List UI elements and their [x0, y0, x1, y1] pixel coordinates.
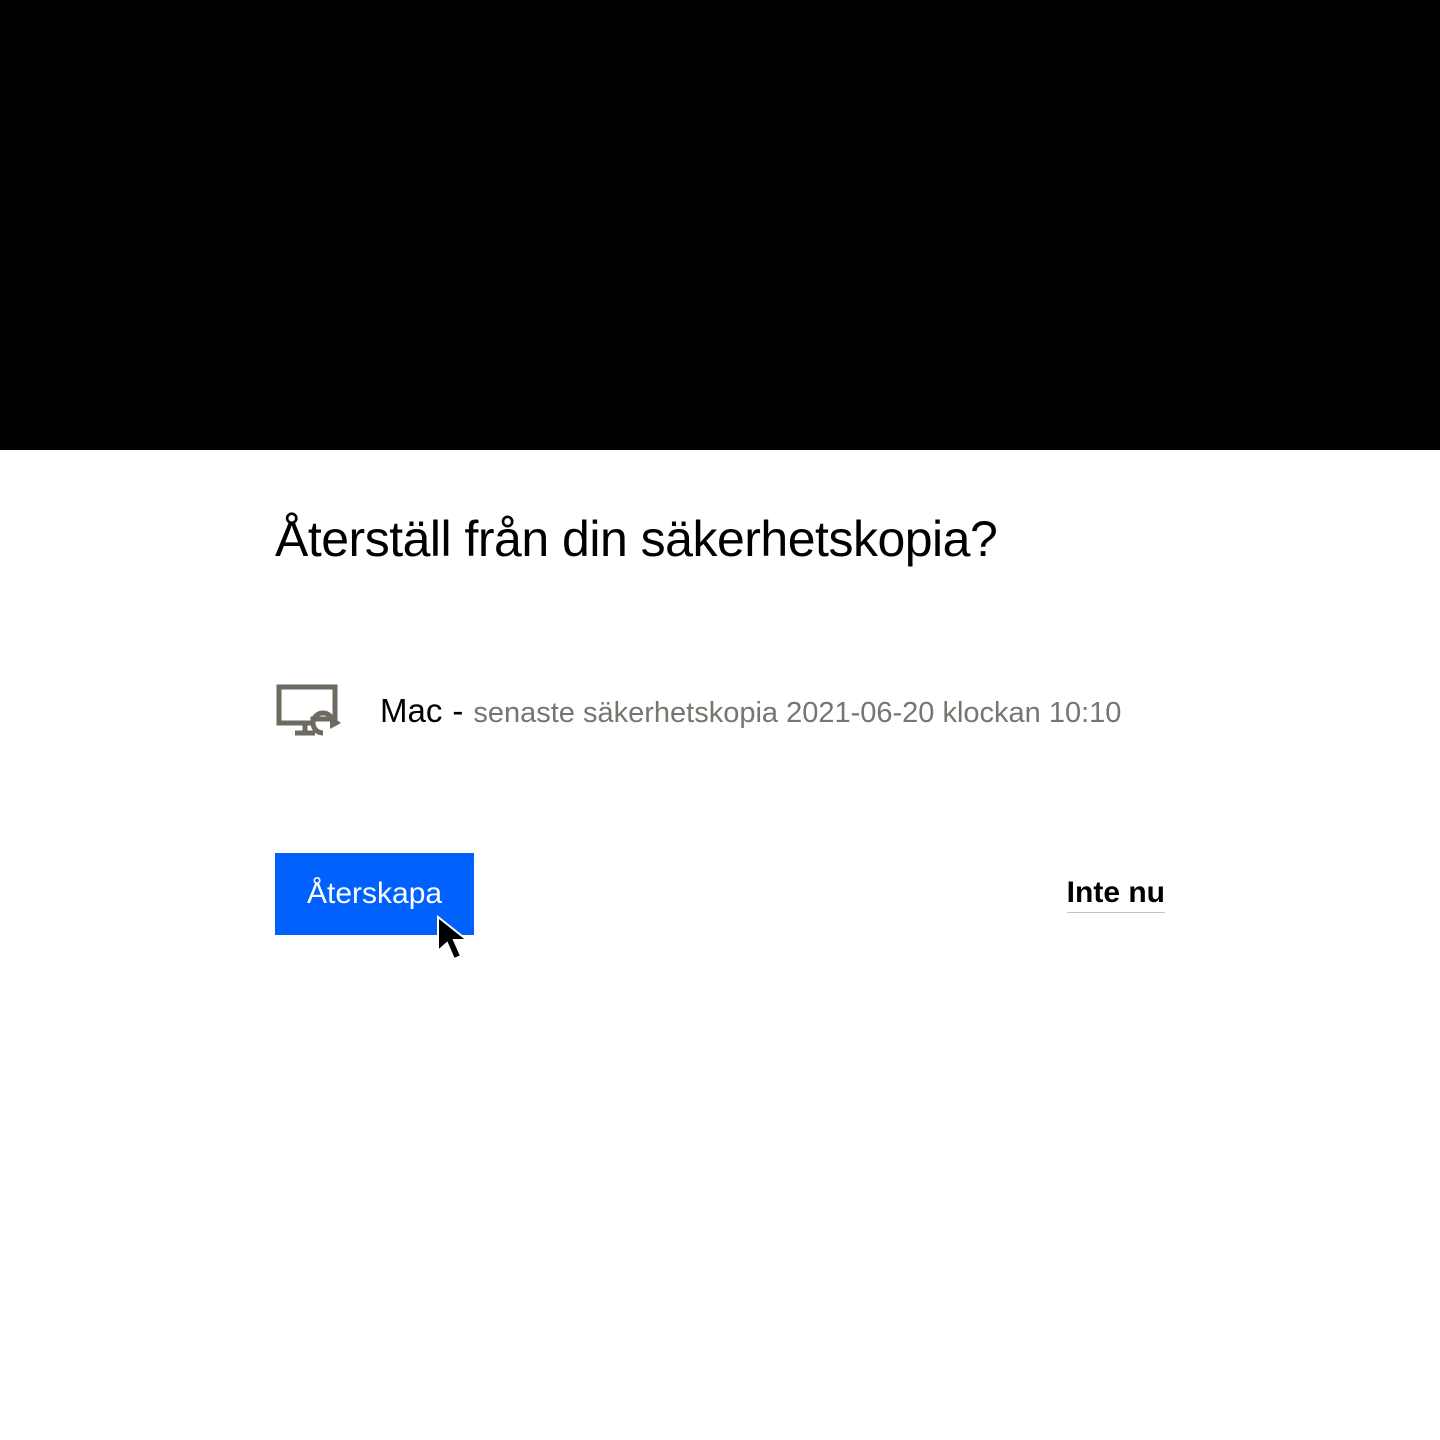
dialog-button-row: Återskapa Inte nu — [275, 853, 1165, 935]
dialog-title: Återställ från din säkerhetskopia? — [275, 510, 1165, 568]
not-now-link[interactable]: Inte nu — [1067, 876, 1165, 913]
monitor-restore-icon — [275, 683, 345, 738]
backup-device-name: Mac — [380, 692, 442, 730]
backup-text: Mac - senaste säkerhetskopia 2021-06-20 … — [380, 692, 1121, 730]
backup-detail-text: senaste säkerhetskopia 2021-06-20 klocka… — [473, 697, 1121, 730]
backup-separator: - — [452, 692, 463, 730]
backup-info-row: Mac - senaste säkerhetskopia 2021-06-20 … — [275, 683, 1165, 738]
top-black-bar — [0, 0, 1440, 450]
restore-button[interactable]: Återskapa — [275, 853, 474, 935]
dialog-content: Återställ från din säkerhetskopia? Mac -… — [0, 450, 1440, 935]
